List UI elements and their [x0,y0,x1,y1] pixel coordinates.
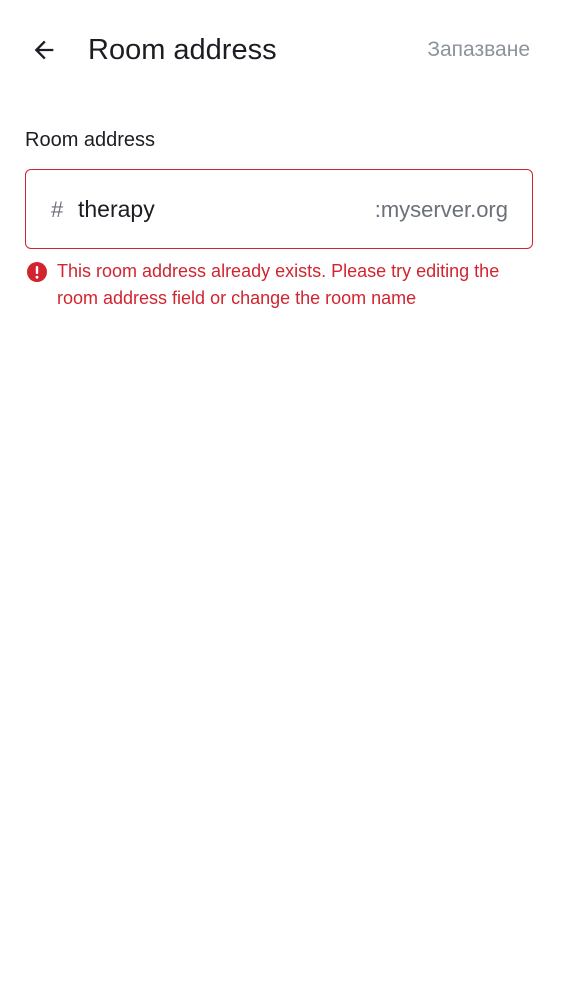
top-app-bar: Room address Запазване [0,0,562,100]
error-text: This room address already exists. Please… [57,261,500,308]
arrow-left-icon [34,40,54,60]
save-button[interactable]: Запазване [427,30,530,70]
server-suffix: :myserver.org [374,197,508,222]
room-address-field: # :myserver.org [25,169,533,249]
back-button[interactable] [24,30,64,70]
error-icon [27,262,47,282]
page-title: Room address [88,34,277,66]
room-address-input[interactable] [78,170,348,248]
hash-prefix: # [51,197,64,222]
room-address-label: Room address [25,129,156,151]
